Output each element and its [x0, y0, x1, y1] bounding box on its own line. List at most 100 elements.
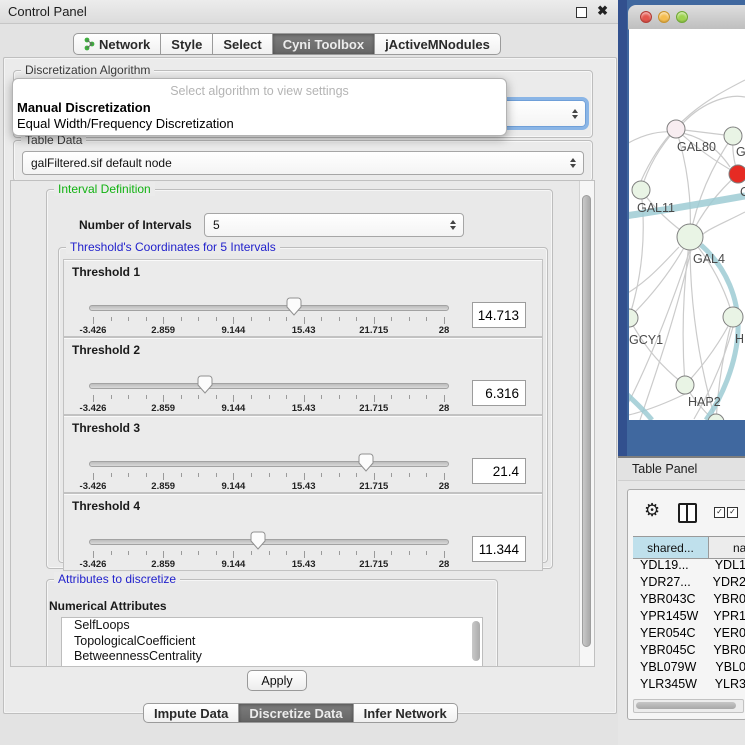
network-edge[interactable]: [683, 96, 745, 123]
attribute-item-betweennesscentrality[interactable]: BetweennessCentrality: [62, 649, 482, 665]
number-of-intervals-combobox[interactable]: 5: [204, 213, 464, 237]
network-edge[interactable]: [697, 212, 745, 240]
gear-icon[interactable]: ⚙: [644, 500, 660, 521]
threshold-value-field[interactable]: [472, 458, 526, 484]
cell-shared-name[interactable]: YPR145W: [633, 609, 701, 626]
network-edge[interactable]: [701, 245, 738, 420]
slider-thumb[interactable]: [286, 297, 302, 316]
slider-track[interactable]: [89, 305, 449, 311]
table-row[interactable]: YIL052CYIL0: [633, 694, 745, 696]
network-edge[interactable]: [641, 129, 676, 190]
table-row[interactable]: YDR27...YDR2: [633, 575, 745, 592]
cell-name[interactable]: YPR1: [701, 609, 745, 626]
cell-name[interactable]: YLR3: [703, 677, 745, 694]
select-all-columns-icon[interactable]: ✓: [727, 507, 738, 518]
network-window-titlebar[interactable]: [628, 5, 745, 30]
cell-shared-name[interactable]: YIL052C: [633, 694, 708, 696]
threshold-slider[interactable]: -3.4262.8599.14415.4321.71528: [89, 530, 447, 570]
float-window-icon[interactable]: [576, 7, 587, 18]
cell-shared-name[interactable]: YDL19...: [633, 558, 703, 575]
table-row[interactable]: YLR345WYLR3: [633, 677, 745, 694]
table-row[interactable]: YPR145WYPR1: [633, 609, 745, 626]
tab-discretize-data[interactable]: Discretize Data: [239, 703, 353, 723]
column-header-shared-name[interactable]: shared...: [633, 537, 709, 558]
cell-name[interactable]: YBL0: [703, 660, 745, 677]
tab-cyni-toolbox[interactable]: Cyni Toolbox: [273, 33, 375, 55]
network-edge[interactable]: [629, 318, 685, 385]
tab-jactivemnodules[interactable]: jActiveMNodules: [375, 33, 501, 55]
network-node-gal11[interactable]: [632, 181, 650, 199]
threshold-slider[interactable]: -3.4262.8599.14415.4321.71528: [89, 374, 447, 414]
cell-name[interactable]: YER0: [701, 626, 745, 643]
cell-shared-name[interactable]: YBR045C: [633, 643, 701, 660]
network-node-ga[interactable]: [724, 127, 742, 145]
slider-thumb[interactable]: [250, 531, 266, 550]
table-horizontal-scrollbar[interactable]: [633, 699, 744, 713]
slider-thumb[interactable]: [197, 375, 213, 394]
tab-label: Cyni Toolbox: [283, 37, 364, 52]
slider-track[interactable]: [89, 461, 449, 467]
slider-track[interactable]: [89, 383, 449, 389]
desktop-background-strip: [618, 0, 627, 456]
cell-shared-name[interactable]: YER054C: [633, 626, 701, 643]
apply-button[interactable]: Apply: [247, 670, 307, 691]
threshold-value-field[interactable]: [472, 536, 526, 562]
table-row[interactable]: YBR043CYBR0: [633, 592, 745, 609]
cell-name[interactable]: YBR0: [701, 592, 745, 609]
cell-name[interactable]: YBR0: [701, 643, 745, 660]
table-header-row: shared... na: [633, 536, 745, 559]
slider-track[interactable]: [89, 539, 449, 545]
table-panel-titlebar: Table Panel: [618, 456, 745, 481]
popup-item-manual-discretization[interactable]: Manual Discretization: [17, 100, 151, 115]
slider-thumb[interactable]: [358, 453, 374, 472]
threshold-slider[interactable]: -3.4262.8599.14415.4321.71528: [89, 296, 447, 336]
cell-name[interactable]: YIL0: [708, 694, 745, 696]
column-header-name[interactable]: na: [709, 537, 745, 558]
split-columns-icon[interactable]: [678, 503, 697, 523]
table-row[interactable]: YDL19...YDL1: [633, 558, 745, 575]
table-row[interactable]: YBL079WYBL0: [633, 660, 745, 677]
threshold-slider[interactable]: -3.4262.8599.14415.4321.71528: [89, 452, 447, 492]
tab-impute-data[interactable]: Impute Data: [143, 703, 239, 723]
network-node-gal4[interactable]: [677, 224, 703, 250]
network-node-gcy1[interactable]: [629, 309, 638, 327]
network-node-gal80[interactable]: [667, 120, 685, 138]
cell-name[interactable]: YDL1: [703, 558, 745, 575]
attribute-item-selfloops[interactable]: SelfLoops: [62, 618, 482, 634]
cell-shared-name[interactable]: YLR345W: [633, 677, 703, 694]
cell-shared-name[interactable]: YDR27...: [633, 575, 701, 592]
threshold-value-field[interactable]: [472, 380, 526, 406]
zoom-traffic-light-icon[interactable]: [676, 11, 688, 23]
table-row[interactable]: YER054CYER0: [633, 626, 745, 643]
list-scrollbar[interactable]: [472, 621, 480, 661]
tab-infer-network[interactable]: Infer Network: [354, 703, 458, 723]
popup-item-equal-width-frequency[interactable]: Equal Width/Frequency Discretization: [17, 116, 234, 131]
minimize-traffic-light-icon[interactable]: [658, 11, 670, 23]
select-columns-icon[interactable]: ✓: [714, 507, 725, 518]
table-toolbar: ⚙ ✓ ✓: [628, 490, 745, 536]
network-node-c[interactable]: [729, 165, 745, 183]
threshold-value-field[interactable]: [472, 302, 526, 328]
tab-network[interactable]: Network: [73, 33, 161, 55]
tab-style[interactable]: Style: [161, 33, 213, 55]
scrollbar-thumb[interactable]: [636, 702, 736, 709]
cell-shared-name[interactable]: YBL079W: [633, 660, 703, 677]
close-icon[interactable]: ✖: [597, 3, 608, 19]
table-data-combobox[interactable]: galFiltered.sif default node: [22, 151, 584, 175]
numerical-attributes-list[interactable]: SelfLoopsTopologicalCoefficientBetweenne…: [61, 617, 483, 667]
close-traffic-light-icon[interactable]: [640, 11, 652, 23]
network-node-hap2[interactable]: [676, 376, 694, 394]
table-row[interactable]: YBR045CYBR0: [633, 643, 745, 660]
network-view-canvas[interactable]: GAL80GACGAL11GAL4GCY1HHAP2: [629, 29, 745, 420]
network-node-h[interactable]: [723, 307, 743, 327]
interval-definition-title: Interval Definition: [54, 182, 155, 196]
attributes-group-title: Attributes to discretize: [54, 572, 180, 586]
cell-name[interactable]: YDR2: [701, 575, 745, 592]
tab-select[interactable]: Select: [213, 33, 272, 55]
attribute-item-topologicalcoefficient[interactable]: TopologicalCoefficient: [62, 634, 482, 650]
network-edge[interactable]: [629, 386, 652, 420]
threshold-label: Threshold 3: [72, 421, 140, 435]
cell-shared-name[interactable]: YBR043C: [633, 592, 701, 609]
vertical-scrollbar[interactable]: [579, 181, 594, 666]
scrollbar-thumb[interactable]: [582, 195, 591, 647]
